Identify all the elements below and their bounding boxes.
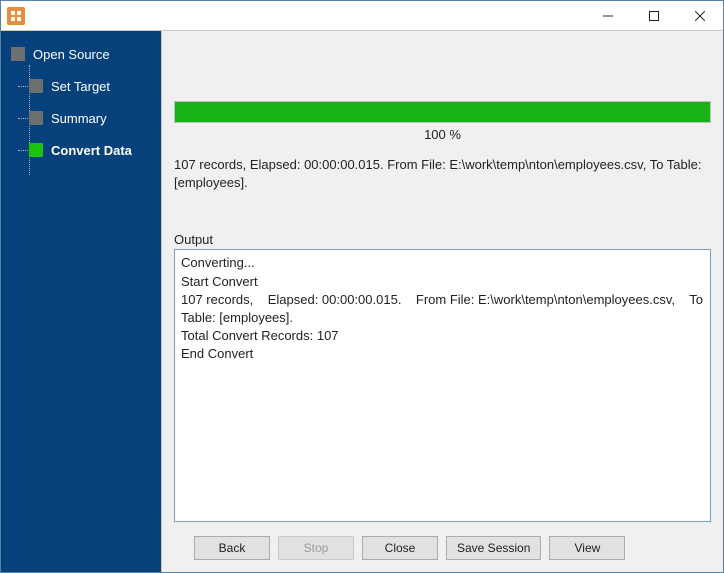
window-controls — [585, 1, 723, 31]
sidebar-item-label: Summary — [51, 111, 107, 126]
back-button[interactable]: Back — [194, 536, 270, 560]
title-bar — [1, 1, 723, 31]
close-button[interactable]: Close — [362, 536, 438, 560]
sidebar-item-label: Convert Data — [51, 143, 132, 158]
main-panel: 100 % 107 records, Elapsed: 00:00:00.015… — [161, 31, 723, 572]
content-area: 100 % 107 records, Elapsed: 00:00:00.015… — [162, 31, 723, 528]
progress-fill — [175, 102, 710, 122]
sidebar: Open Source Set Target Summary Convert D… — [1, 31, 161, 572]
progress-label: 100 % — [174, 127, 711, 142]
view-button[interactable]: View — [549, 536, 625, 560]
step-box-icon — [29, 111, 43, 125]
app-window: Open Source Set Target Summary Convert D… — [0, 0, 724, 573]
app-icon — [7, 7, 25, 25]
button-row: Back Stop Close Save Session View — [182, 528, 723, 572]
minimize-button[interactable] — [585, 1, 631, 31]
sidebar-item-label: Open Source — [33, 47, 110, 62]
step-box-icon — [29, 143, 43, 157]
maximize-button[interactable] — [631, 1, 677, 31]
sidebar-item-open-source[interactable]: Open Source — [11, 43, 132, 65]
close-window-button[interactable] — [677, 1, 723, 31]
sidebar-item-label: Set Target — [51, 79, 110, 94]
output-label: Output — [174, 232, 711, 247]
stop-button[interactable]: Stop — [278, 536, 354, 560]
progress-section: 100 % — [174, 101, 711, 142]
step-box-icon — [11, 47, 25, 61]
sidebar-item-convert-data[interactable]: Convert Data — [29, 139, 132, 161]
output-textarea[interactable] — [174, 249, 711, 522]
status-text: 107 records, Elapsed: 00:00:00.015. From… — [174, 156, 711, 192]
save-session-button[interactable]: Save Session — [446, 536, 541, 560]
progress-bar — [174, 101, 711, 123]
window-body: Open Source Set Target Summary Convert D… — [1, 31, 723, 572]
step-box-icon — [29, 79, 43, 93]
sidebar-item-summary[interactable]: Summary — [29, 107, 132, 129]
sidebar-item-set-target[interactable]: Set Target — [29, 75, 132, 97]
